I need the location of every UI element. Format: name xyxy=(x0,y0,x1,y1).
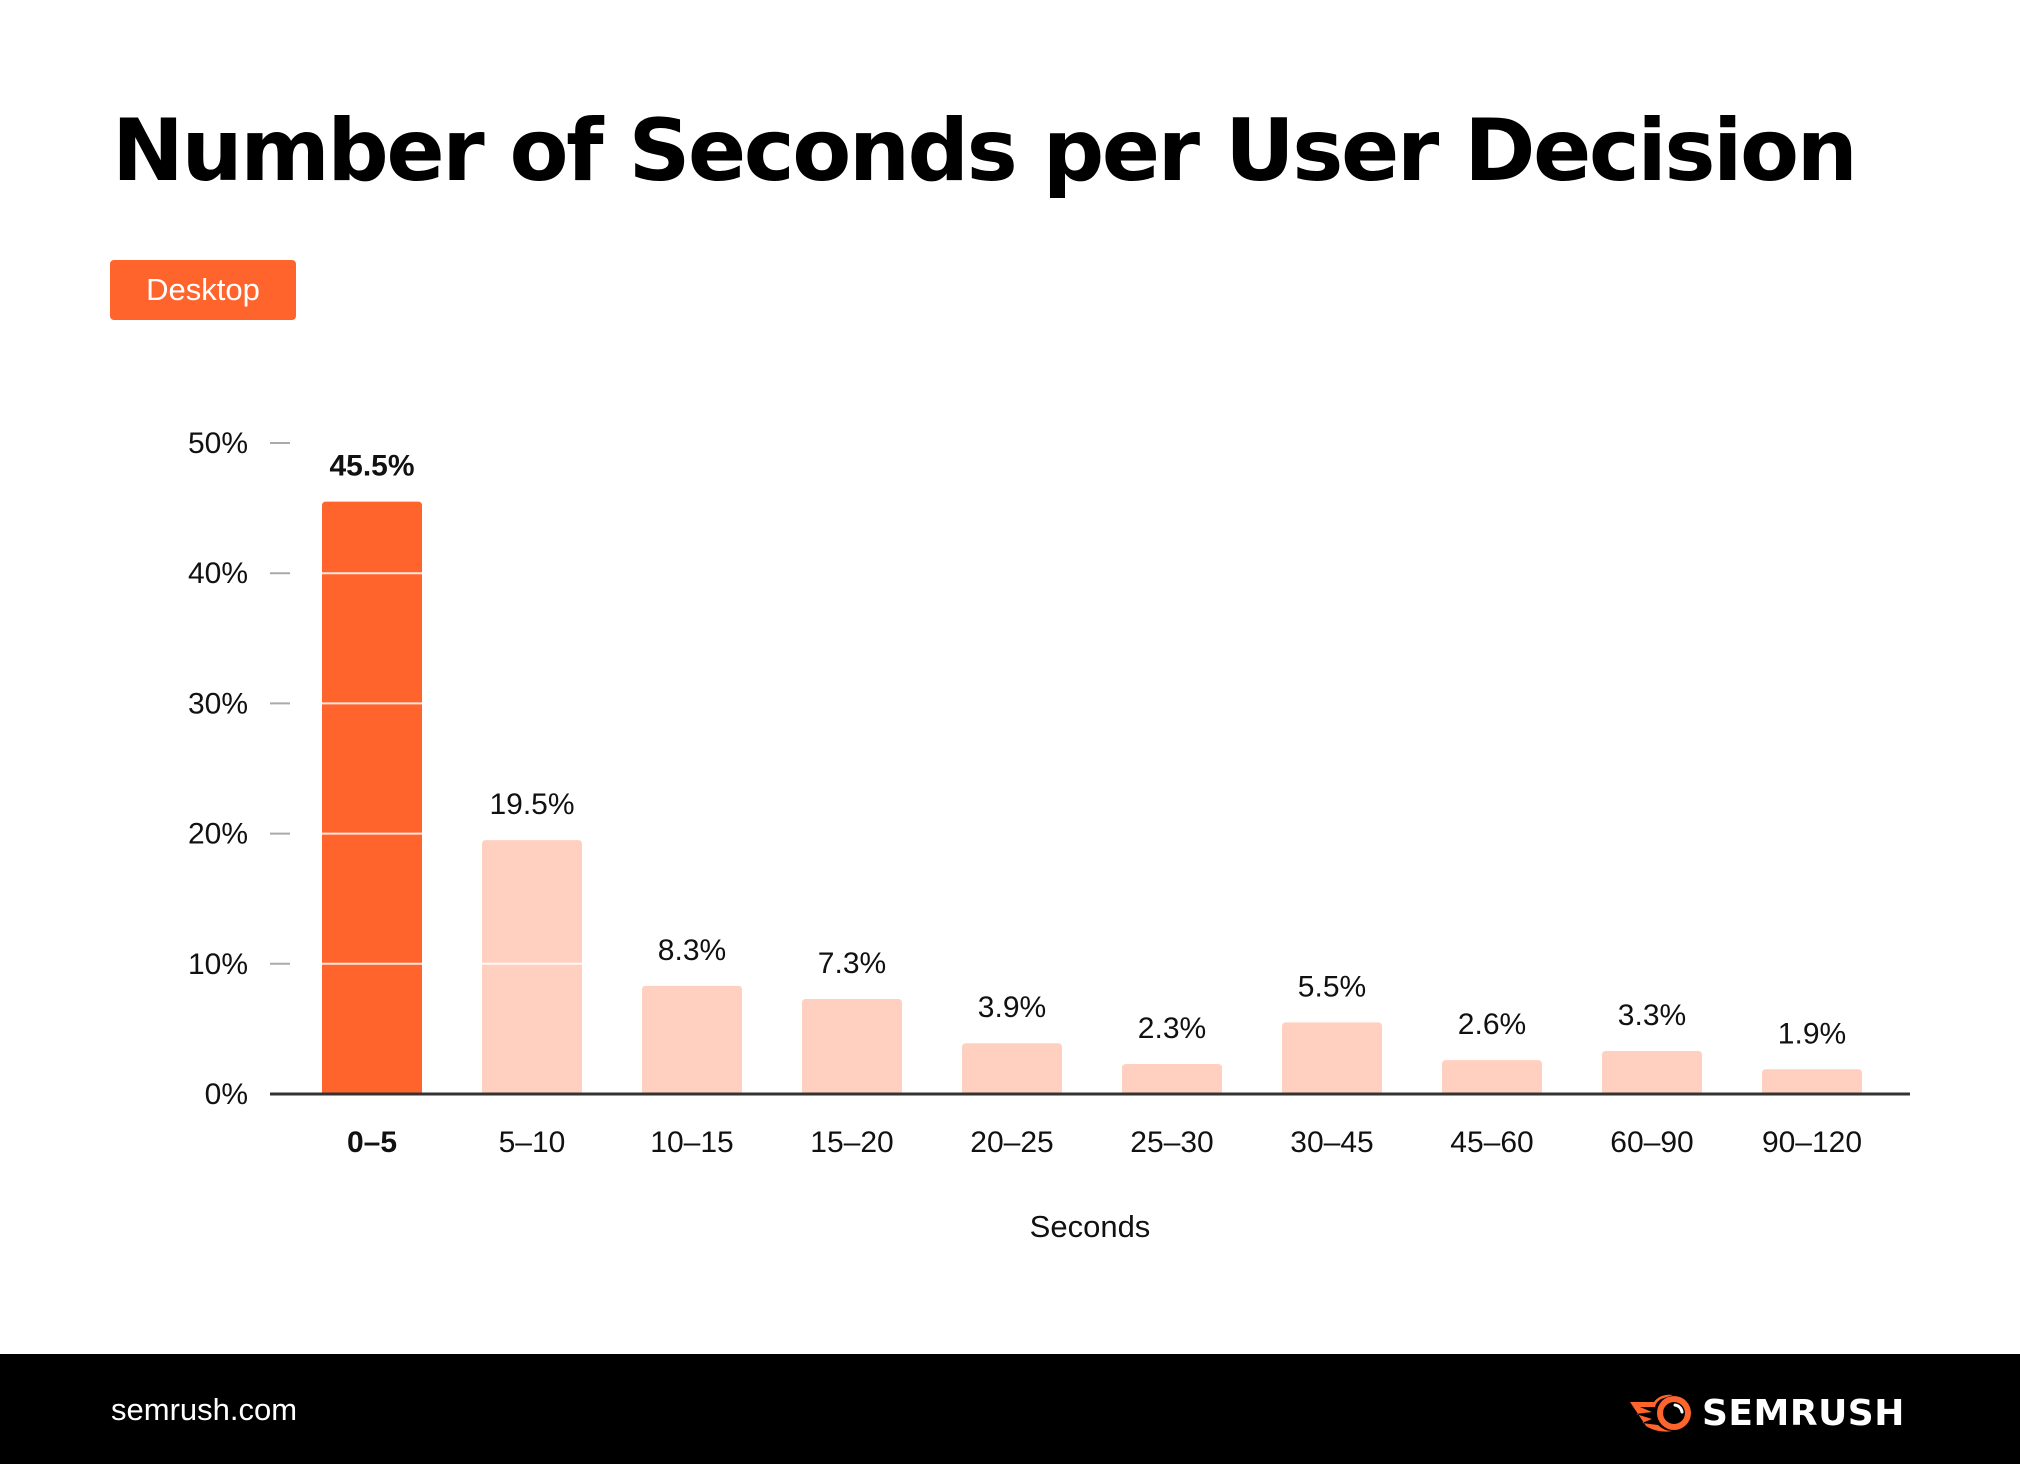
x-tick-label: 30–45 xyxy=(1290,1126,1373,1159)
x-tick-label: 90–120 xyxy=(1762,1126,1862,1159)
x-tick-label: 25–30 xyxy=(1130,1126,1213,1159)
bar-chart: 0% 10% 20% 30% 40% 50% 45.5% 19.5% 8.3% 7.3% 3.9%… xyxy=(188,427,1910,1244)
semrush-wordmark: SEMRUSH xyxy=(1702,1392,1905,1434)
bar xyxy=(642,985,742,1094)
y-tick-label: 20% xyxy=(188,818,248,851)
data-label: 5.5% xyxy=(1298,970,1366,1003)
data-label: 1.9% xyxy=(1778,1017,1846,1050)
x-tick-label: 10–15 xyxy=(650,1126,733,1159)
x-axis-labels: 0–5 5–10 10–15 15–20 20–25 25–30 30–45 45–60 60–… xyxy=(347,1126,1862,1159)
bar xyxy=(1602,1051,1702,1094)
x-axis-title: Seconds xyxy=(1030,1209,1151,1244)
x-tick-label: 20–25 xyxy=(970,1126,1053,1159)
y-tick-label: 10% xyxy=(188,948,248,981)
bar xyxy=(1762,1069,1862,1094)
bar xyxy=(482,840,582,1094)
data-label: 45.5% xyxy=(329,450,414,483)
data-label: 7.3% xyxy=(818,947,886,980)
y-tick-label: 0% xyxy=(205,1078,248,1111)
y-tick-label: 30% xyxy=(188,687,248,720)
y-axis: 0% 10% 20% 30% 40% 50% xyxy=(188,427,290,1111)
bar xyxy=(1442,1060,1542,1094)
semrush-fireball-icon xyxy=(1630,1394,1691,1432)
x-tick-label: 45–60 xyxy=(1450,1126,1533,1159)
y-tick-label: 50% xyxy=(188,427,248,460)
data-label: 2.3% xyxy=(1138,1012,1206,1045)
bar xyxy=(1282,1022,1382,1094)
footer: semrush.com SEMRUSH xyxy=(0,1354,2020,1464)
y-tick-label: 40% xyxy=(188,557,248,590)
data-label: 3.9% xyxy=(978,991,1046,1024)
data-label: 3.3% xyxy=(1618,999,1686,1032)
data-label: 8.3% xyxy=(658,934,726,967)
x-tick-label: 0–5 xyxy=(347,1126,397,1159)
x-tick-label: 60–90 xyxy=(1610,1126,1693,1159)
bar xyxy=(1122,1064,1222,1094)
x-tick-label: 15–20 xyxy=(810,1126,893,1159)
x-tick-label: 5–10 xyxy=(499,1126,566,1159)
data-label: 19.5% xyxy=(489,788,574,821)
bar xyxy=(802,998,902,1094)
semrush-logo[interactable]: SEMRUSH xyxy=(1628,1388,1905,1438)
data-label: 2.6% xyxy=(1458,1008,1526,1041)
footer-site-link[interactable]: semrush.com xyxy=(111,1385,297,1435)
bar xyxy=(962,1043,1062,1094)
bar xyxy=(322,501,422,1095)
